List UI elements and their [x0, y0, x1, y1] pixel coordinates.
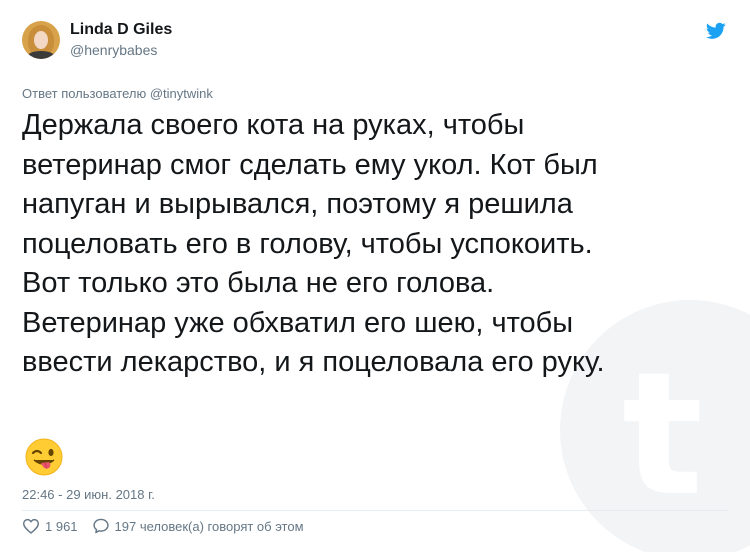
tweet-line: Вот только это была не его голова. — [22, 267, 495, 299]
tweet-line: поцеловать его в голову, чтобы успокоить… — [22, 227, 593, 260]
like-button[interactable]: 1 961 — [22, 518, 78, 534]
tweet-line: Ветеринар уже обхватил его шею, чтобы — [22, 306, 574, 339]
reply-people-button[interactable]: 197 человек(а) говорят об этом — [92, 518, 304, 534]
tweet-timestamp[interactable]: 22:46 - 29 июн. 2018 г. — [22, 487, 155, 502]
tweet-actions: 1 961 197 человек(а) говорят об этом — [22, 518, 318, 534]
heart-icon — [22, 518, 40, 534]
winking-face-with-tongue-icon — [25, 438, 63, 476]
tweet-card: t Linda D Giles @henrybabes Ответ пользо… — [0, 0, 750, 552]
tweet-line: ветеринар смог сделать ему укол. Кот был — [22, 148, 598, 181]
tweet-line: ввести лекарство, и я поцеловала его рук… — [22, 346, 605, 378]
divider — [22, 510, 728, 511]
tweet-header: Linda D Giles @henrybabes — [22, 20, 172, 59]
tweet-line: напуган и вырывался, поэтому я решила — [22, 188, 573, 220]
tweet-text: Держала своего кота на руках, чтобы вете… — [22, 106, 732, 383]
replies-label: 197 человек(а) говорят об этом — [114, 518, 304, 534]
twitter-bird-icon[interactable] — [706, 22, 726, 40]
like-count: 1 961 — [45, 518, 78, 534]
author-handle[interactable]: @henrybabes — [70, 41, 172, 59]
tweet-line: Держала своего кота на руках, чтобы — [22, 109, 525, 141]
author-display-name[interactable]: Linda D Giles — [70, 20, 172, 40]
reply-to-label: Ответ пользователю @tinytwink — [22, 86, 213, 101]
avatar[interactable] — [22, 20, 60, 59]
speech-bubble-icon — [92, 518, 109, 534]
author-info: Linda D Giles @henrybabes — [70, 20, 172, 59]
